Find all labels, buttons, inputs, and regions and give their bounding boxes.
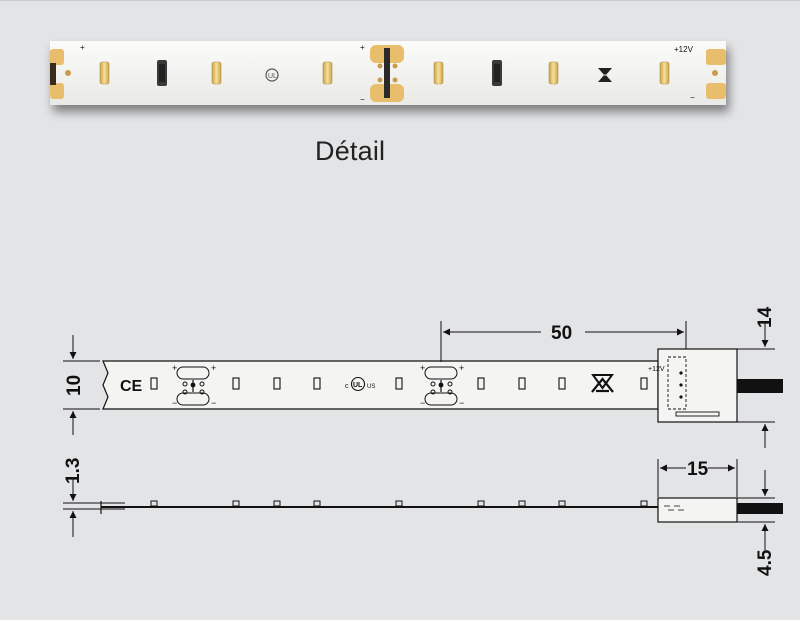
cable-side: [737, 503, 783, 514]
connector-latch: [675, 411, 720, 417]
plus-sign: +: [459, 363, 464, 373]
plus-sign: +: [211, 363, 216, 373]
dim-pitch-label: 50: [551, 323, 572, 344]
cable-top: [737, 379, 783, 393]
dimension-thickness: 1.3: [63, 458, 125, 537]
dim-connector-length-label: 15: [687, 459, 709, 480]
ul-mark-c: c: [345, 383, 349, 390]
minus-sign: −: [211, 398, 216, 408]
dimension-pitch: 50: [440, 321, 687, 362]
strip-side-view: [100, 497, 783, 523]
ul-mark-us: US: [367, 384, 375, 390]
strip-top-view: CE + + − − + + − − c UL US +12V: [102, 348, 783, 423]
dim-thickness-label: 1.3: [63, 458, 84, 484]
dim-width-label: 10: [64, 375, 85, 396]
plus-sign: +: [420, 363, 425, 373]
connector-top: [657, 348, 738, 423]
minus-sign: −: [172, 398, 177, 408]
dimension-connector-length: 15: [657, 459, 738, 497]
dim-connector-height-label: 14: [755, 306, 776, 328]
dimension-connector-height: 14: [737, 306, 776, 448]
minus-sign: −: [459, 398, 464, 408]
ce-mark: CE: [120, 378, 143, 395]
ul-mark-ul: UL: [353, 382, 363, 389]
technical-drawing: CE + + − − + + − − c UL US +12V 10 50 14…: [63, 306, 783, 576]
plus-sign: +: [172, 363, 177, 373]
minus-sign: −: [420, 398, 425, 408]
dimension-width: 10: [63, 335, 100, 435]
voltage-label: +12V: [648, 366, 665, 373]
dimension-connector-thickness: 4.5: [737, 470, 776, 576]
dim-connector-thickness-label: 4.5: [755, 549, 776, 576]
